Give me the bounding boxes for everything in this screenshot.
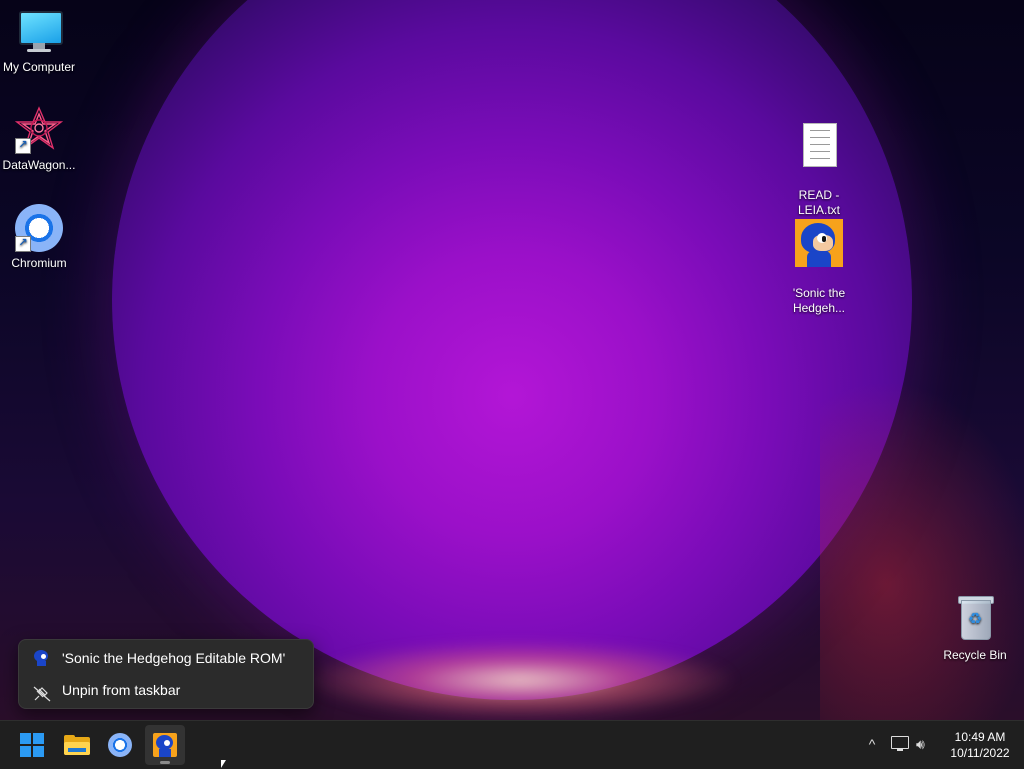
folder-icon: [64, 735, 90, 755]
monitor-icon: [15, 8, 63, 56]
sonic-icon: [795, 219, 843, 267]
jumplist-item-unpin[interactable]: Unpin from taskbar: [19, 675, 313, 705]
desktop-icon-label: DataWagon...: [2, 158, 76, 172]
text-file-icon: [795, 121, 843, 169]
unpin-icon: [33, 682, 51, 702]
desktop-icon-label: My Computer: [2, 60, 76, 74]
shortcut-arrow-icon: ↗: [15, 138, 31, 154]
running-indicator: [160, 761, 170, 764]
taskbar-jumplist: 'Sonic the Hedgehog Editable ROM' Unpin …: [18, 639, 314, 709]
windows-start-icon: [20, 733, 44, 757]
shortcut-arrow-icon: ↗: [15, 236, 31, 252]
jumplist-item-label: 'Sonic the Hedgehog Editable ROM': [62, 650, 286, 666]
taskbar-chromium-button[interactable]: [100, 725, 140, 765]
wallpaper-side-glow: [820, 380, 1024, 720]
wallpaper-orb-rim: [112, 0, 912, 700]
clock-date: 10/11/2022: [950, 746, 1010, 760]
desktop-icon-label: Chromium: [11, 256, 67, 270]
mouse-cursor: [221, 760, 226, 768]
chevron-up-icon[interactable]: ^: [864, 735, 880, 753]
wallpaper-glow: [300, 640, 740, 720]
taskbar-clock[interactable]: 10:49 AM 10/11/2022: [944, 729, 1016, 761]
desktop-wallpaper: [0, 0, 1024, 720]
sonic-icon: [153, 733, 177, 757]
taskbar-sonic-button[interactable]: [145, 725, 185, 765]
desktop-icon-label: Recycle Bin: [943, 648, 1007, 662]
desktop-icon-label: 'Sonic the Hedgeh...: [792, 286, 846, 315]
clock-time: 10:49 AM: [954, 730, 1006, 744]
desktop-icon-chromium[interactable]: ↗ Chromium: [0, 204, 79, 271]
datawagon-icon: ↗: [15, 106, 63, 154]
sonic-icon: [33, 650, 51, 666]
taskbar-start-button[interactable]: [12, 725, 52, 765]
volume-icon[interactable]: 🔊︎: [916, 735, 936, 753]
network-icon[interactable]: [891, 736, 909, 752]
desktop-icon-sonic[interactable]: 'Sonic the Hedgeh...: [779, 204, 859, 331]
taskbar-file-explorer-button[interactable]: [56, 725, 96, 765]
chromium-icon: [108, 733, 132, 757]
taskbar: ^ 🔊︎ 10:49 AM 10/11/2022: [0, 720, 1024, 769]
recycle-bin-icon: ♻: [951, 596, 999, 644]
chromium-icon: ↗: [15, 204, 63, 252]
jumplist-item-open-app[interactable]: 'Sonic the Hedgehog Editable ROM': [19, 643, 313, 673]
desktop-icon-datawagon[interactable]: ↗ DataWagon...: [0, 106, 79, 173]
desktop-icon-my-computer[interactable]: My Computer: [0, 8, 79, 75]
desktop-icon-recycle-bin[interactable]: ♻ Recycle Bin: [935, 596, 1015, 663]
jumplist-item-label: Unpin from taskbar: [62, 682, 181, 698]
